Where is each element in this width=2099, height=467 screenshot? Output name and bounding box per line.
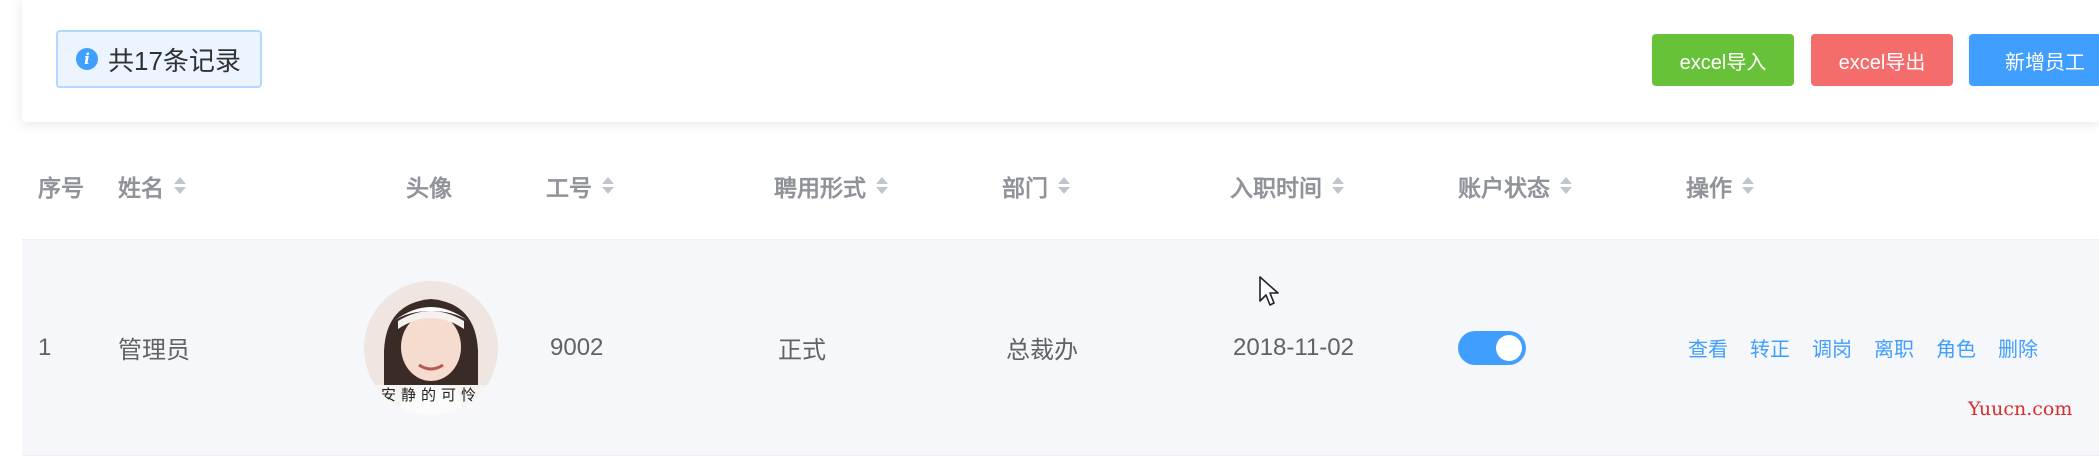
- column-label: 部门: [1002, 174, 1048, 201]
- excel-import-button[interactable]: excel导入: [1652, 34, 1794, 86]
- column-label: 入职时间: [1230, 174, 1322, 201]
- cell-hire-date: 2018-11-02: [1233, 333, 1354, 361]
- column-header-hire-date[interactable]: 入职时间: [1230, 132, 1344, 239]
- regularize-link[interactable]: 转正: [1750, 333, 1790, 362]
- column-label: 操作: [1686, 174, 1732, 201]
- account-status-toggle[interactable]: [1458, 330, 1526, 365]
- view-link[interactable]: 查看: [1688, 333, 1728, 362]
- column-header-department[interactable]: 部门: [1002, 132, 1070, 239]
- record-count-text: 共17条记录: [108, 45, 241, 76]
- cell-employment: 正式: [778, 337, 826, 364]
- cell-name: 管理员: [118, 337, 190, 364]
- record-count-alert: i 共17条记录: [56, 30, 262, 88]
- add-employee-button[interactable]: 新增员工: [1969, 34, 2099, 86]
- column-label: 账户状态: [1458, 174, 1550, 201]
- info-icon: i: [76, 48, 98, 70]
- table-row[interactable]: 1 管理员 安静的可怜 9002 正式 总裁办 2018-11-02 查看 转正…: [22, 240, 2099, 456]
- toolbar-card: i 共17条记录 excel导入 excel导出 新增员工: [22, 0, 2099, 122]
- sort-icon[interactable]: [876, 177, 888, 194]
- delete-link[interactable]: 删除: [1998, 333, 2038, 362]
- cell-actions: 查看 转正 调岗 离职 角色 删除: [1688, 240, 2038, 455]
- employee-table: 序号 姓名 头像 工号 聘用形式 部门 入职时间 账户状态 操作 1 管理员 安…: [22, 132, 2099, 456]
- cell-index: 1: [38, 333, 52, 361]
- column-label: 序号: [38, 174, 84, 201]
- avatar-caption: 安静的可怜: [380, 386, 481, 404]
- role-link[interactable]: 角色: [1936, 333, 1976, 362]
- cell-avatar: 安静的可怜: [364, 240, 498, 455]
- column-header-account-status[interactable]: 账户状态: [1458, 132, 1572, 239]
- column-label: 聘用形式: [774, 174, 866, 201]
- table-header: 序号 姓名 头像 工号 聘用形式 部门 入职时间 账户状态 操作: [22, 132, 2099, 240]
- column-header-actions[interactable]: 操作: [1686, 132, 1754, 239]
- column-label: 头像: [406, 174, 452, 201]
- sort-icon[interactable]: [174, 177, 186, 194]
- column-header-job-no[interactable]: 工号: [546, 132, 614, 239]
- transfer-link[interactable]: 调岗: [1812, 333, 1852, 362]
- excel-export-button[interactable]: excel导出: [1811, 34, 1953, 86]
- sort-icon[interactable]: [602, 177, 614, 194]
- avatar[interactable]: 安静的可怜: [364, 280, 498, 415]
- mouse-cursor-icon: [1259, 276, 1279, 306]
- column-label: 姓名: [118, 174, 164, 201]
- cell-account-status: [1458, 240, 1526, 455]
- sort-icon[interactable]: [1332, 177, 1344, 194]
- sort-icon[interactable]: [1560, 177, 1572, 194]
- column-header-index: 序号: [38, 132, 84, 239]
- sort-icon[interactable]: [1058, 177, 1070, 194]
- cell-department: 总裁办: [1006, 337, 1078, 364]
- column-label: 工号: [546, 174, 592, 201]
- resign-link[interactable]: 离职: [1874, 333, 1914, 362]
- row-actions: 查看 转正 调岗 离职 角色 删除: [1688, 333, 2038, 362]
- column-header-employment[interactable]: 聘用形式: [774, 132, 888, 239]
- column-header-avatar: 头像: [406, 132, 452, 239]
- toggle-knob: [1496, 334, 1522, 361]
- sort-icon[interactable]: [1742, 177, 1754, 194]
- watermark: Yuucn.com: [1968, 398, 2073, 420]
- cell-job-no: 9002: [550, 333, 604, 361]
- column-header-name[interactable]: 姓名: [118, 132, 186, 239]
